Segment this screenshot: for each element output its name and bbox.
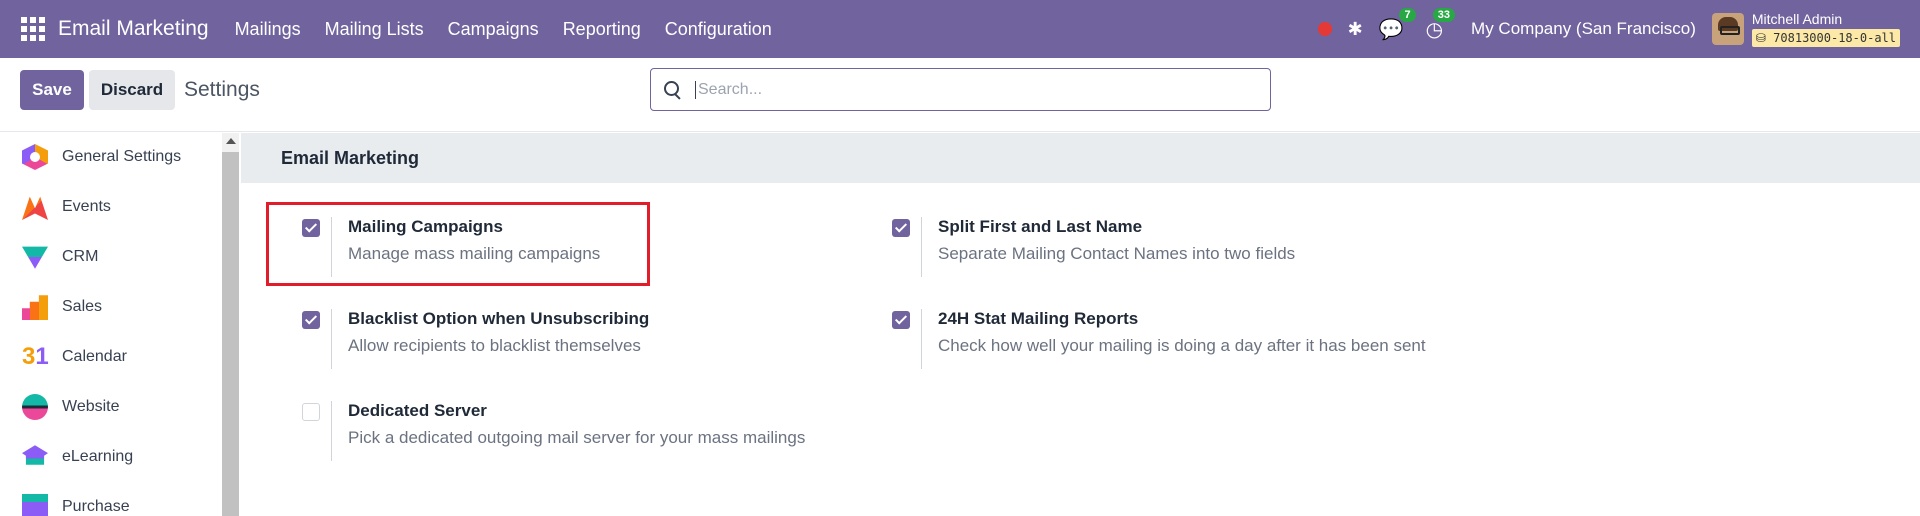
- search-input[interactable]: [695, 80, 1255, 99]
- search-icon: [663, 80, 683, 100]
- purchase-icon: [22, 494, 48, 516]
- menu-mailings[interactable]: Mailings: [223, 19, 313, 40]
- annotation-highlight-box: [266, 202, 650, 286]
- sidebar-item-elearning[interactable]: eLearning: [0, 433, 222, 481]
- events-icon: [22, 196, 48, 220]
- navbar-systray: ✱ 💬 7 ◷ 33 My Company (San Francisco) Mitc…: [1317, 0, 1900, 58]
- app-grid-icon[interactable]: [20, 16, 46, 42]
- sidebar-item-events[interactable]: Events: [0, 183, 222, 231]
- sidebar-item-label: CRM: [62, 248, 99, 265]
- setting-split-name: Split First and Last Name Separate Maili…: [892, 217, 1592, 287]
- setting-title: Blacklist Option when Unsubscribing: [348, 309, 650, 328]
- app-name[interactable]: Email Marketing: [58, 17, 209, 41]
- activity-clock-icon[interactable]: ◷ 33: [1426, 7, 1456, 42]
- setting-divider: [331, 401, 332, 461]
- setting-title: Dedicated Server: [348, 401, 487, 420]
- dedicated-server-checkbox[interactable]: [302, 403, 320, 421]
- sidebar-item-label: Website: [62, 398, 120, 415]
- sidebar-item-crm[interactable]: CRM: [0, 233, 222, 281]
- website-icon: [22, 394, 48, 420]
- sidebar-item-sales[interactable]: Sales: [0, 283, 222, 331]
- setting-divider: [921, 217, 922, 277]
- stat-reports-checkbox[interactable]: [892, 311, 910, 329]
- sidebar-item-label: General Settings: [62, 148, 182, 165]
- sidebar-scrollbar-thumb[interactable]: [222, 152, 239, 516]
- blacklist-option-checkbox[interactable]: [302, 311, 320, 329]
- sidebar-item-label: Events: [62, 198, 111, 215]
- section-title: Email Marketing: [281, 148, 420, 168]
- setting-title: Split First and Last Name: [938, 217, 1143, 236]
- elearning-icon: [22, 445, 48, 465]
- sidebar-item-general-settings[interactable]: General Settings: [0, 133, 222, 181]
- split-name-checkbox[interactable]: [892, 219, 910, 237]
- database-name: 70813000-18-0-all: [1773, 31, 1896, 45]
- sidebar-item-label: Calendar: [62, 348, 127, 365]
- company-switcher[interactable]: My Company (San Francisco): [1471, 19, 1696, 39]
- main-menu: Mailings Mailing Lists Campaigns Reporti…: [223, 19, 784, 40]
- sidebar-item-calendar[interactable]: 31 Calendar: [0, 333, 222, 381]
- menu-configuration[interactable]: Configuration: [653, 19, 784, 40]
- setting-description: Separate Mailing Contact Names into two …: [938, 244, 1296, 263]
- sidebar-item-label: Purchase: [62, 498, 130, 515]
- setting-divider: [331, 309, 332, 369]
- sidebar-item-label: Sales: [62, 298, 103, 315]
- setting-description: Check how well your mailing is doing a d…: [938, 336, 1426, 355]
- search-box[interactable]: [650, 68, 1271, 111]
- sales-icon: [22, 295, 48, 320]
- top-navbar: Email Marketing Mailings Mailing Lists C…: [0, 0, 1920, 58]
- menu-mailing-lists[interactable]: Mailing Lists: [313, 19, 436, 40]
- chat-icon[interactable]: 💬 7: [1379, 7, 1416, 42]
- setting-blacklist-option: Blacklist Option when Unsubscribing Allo…: [302, 309, 862, 379]
- chat-count-badge: 7: [1399, 7, 1416, 22]
- setting-24h-stat-reports: 24H Stat Mailing Reports Check how well …: [892, 309, 1692, 379]
- settings-content: Email Marketing Mailing Campaigns Manage…: [241, 133, 1920, 516]
- activity-count-badge: 33: [1432, 7, 1456, 22]
- setting-description: Pick a dedicated outgoing mail server fo…: [348, 428, 806, 447]
- settings-sidebar: General Settings Events CRM Sales 31 Cal…: [0, 133, 222, 516]
- database-tag: ⛁ 70813000-18-0-all: [1751, 29, 1900, 47]
- calendar-icon: 31: [22, 343, 49, 370]
- recording-dot-icon[interactable]: [1317, 22, 1332, 36]
- scroll-up-arrow-icon[interactable]: [226, 138, 236, 144]
- user-avatar[interactable]: [1711, 13, 1744, 45]
- save-button[interactable]: Save: [20, 70, 84, 110]
- debug-bug-icon[interactable]: ✱: [1348, 19, 1363, 40]
- page-title: Settings: [184, 78, 260, 101]
- setting-title: 24H Stat Mailing Reports: [938, 309, 1139, 328]
- setting-description: Allow recipients to blacklist themselves: [348, 336, 641, 355]
- section-header: Email Marketing: [241, 133, 1920, 183]
- user-name: Mitchell Admin: [1751, 11, 1843, 27]
- setting-divider: [921, 309, 922, 369]
- setting-dedicated-server: Dedicated Server Pick a dedicated outgoi…: [302, 401, 862, 471]
- control-panel: Save Discard Settings: [0, 58, 1920, 132]
- crm-icon: [22, 246, 48, 269]
- sidebar-item-label: eLearning: [62, 448, 134, 465]
- sidebar-item-purchase[interactable]: Purchase: [0, 483, 222, 516]
- discard-button[interactable]: Discard: [89, 70, 175, 110]
- general-settings-icon: [22, 144, 48, 170]
- menu-campaigns[interactable]: Campaigns: [436, 19, 551, 40]
- user-menu[interactable]: Mitchell Admin ⛁ 70813000-18-0-all: [1751, 11, 1900, 47]
- menu-reporting[interactable]: Reporting: [551, 19, 653, 40]
- sidebar-item-website[interactable]: Website: [0, 383, 222, 431]
